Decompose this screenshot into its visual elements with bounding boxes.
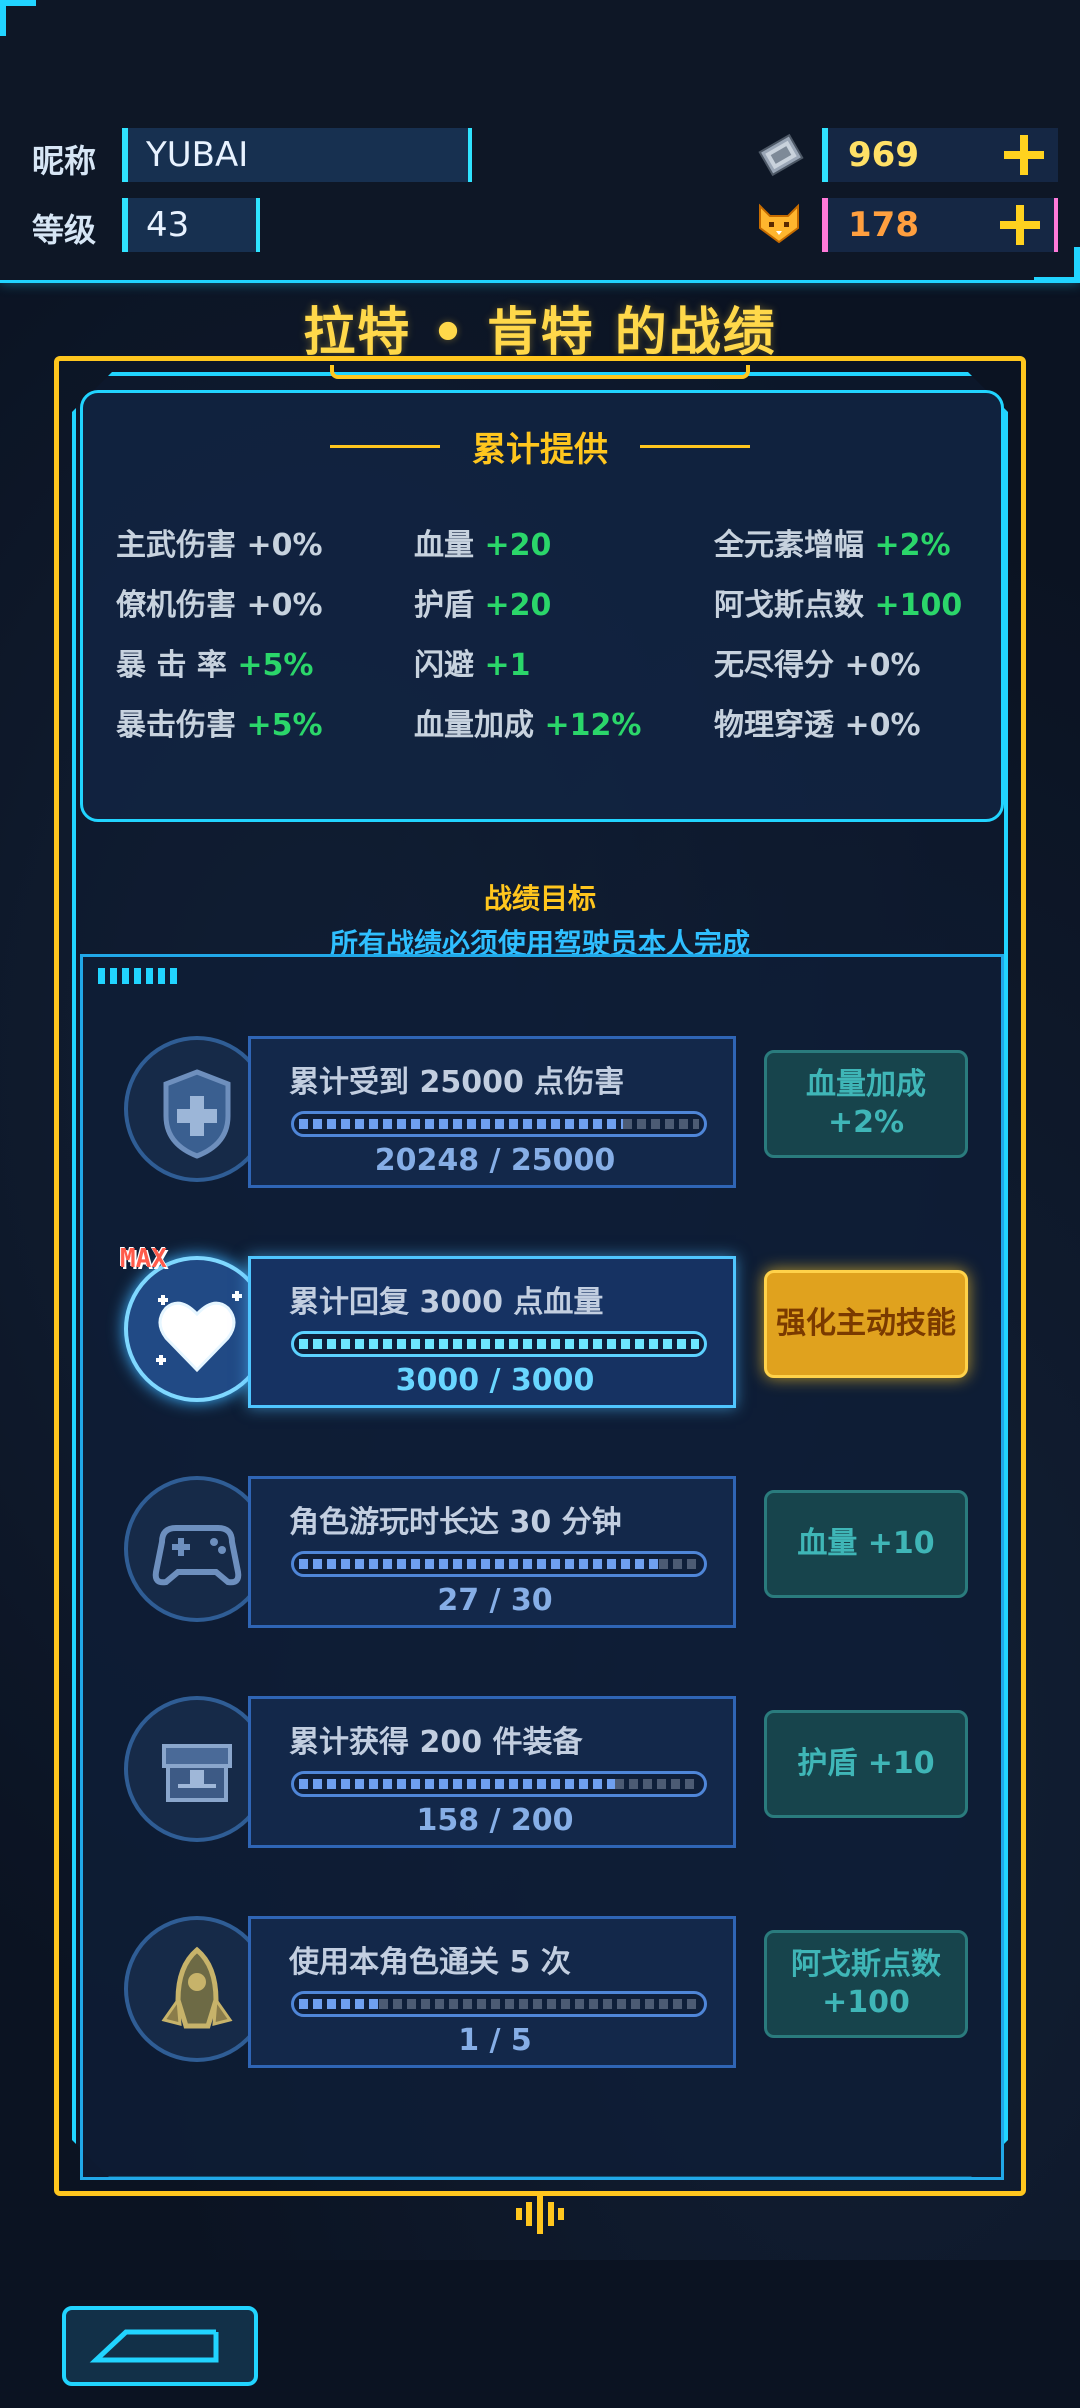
- stat-item: 护盾 +20: [414, 580, 551, 624]
- stat-label: 无尽得分: [714, 648, 834, 683]
- goal-row: 累计获得 200 件装备 158 / 200 护盾 +10: [120, 1696, 980, 1856]
- reward-label: 阿戈斯点数 +100: [791, 1947, 941, 2020]
- stat-item: 阿戈斯点数 +100: [714, 580, 962, 624]
- stat-label: 血量: [414, 528, 474, 563]
- back-button[interactable]: [62, 2306, 258, 2386]
- goal-progress-text: 158 / 200: [416, 1803, 574, 1838]
- max-badge: MAX: [120, 1244, 167, 1274]
- stat-item: 无尽得分 +0%: [714, 640, 921, 684]
- stat-item: 血量加成 +12%: [414, 700, 641, 744]
- stat-label: 主武伤害: [116, 528, 236, 563]
- reward-label: 强化主动技能: [776, 1306, 956, 1341]
- stat-value: +2%: [874, 528, 951, 563]
- reward-button[interactable]: 血量加成 +2%: [764, 1050, 968, 1158]
- stat-value: +12%: [544, 708, 642, 743]
- stat-item: 闪避 +1: [414, 640, 530, 684]
- goal-row: 累计受到 25000 点伤害 20248 / 25000 血量加成 +2%: [120, 1036, 980, 1196]
- stat-label: 物理穿透: [714, 708, 834, 743]
- fox-badge-icon: [759, 203, 799, 244]
- level-field: 43: [122, 198, 260, 252]
- goal-progress-text: 20248 / 25000: [374, 1143, 616, 1178]
- reward-label: 护盾 +10: [797, 1746, 935, 1781]
- stat-item: 主武伤害 +0%: [116, 520, 323, 564]
- goal-row: 使用本角色通关 5 次 1 / 5 阿戈斯点数 +100: [120, 1916, 980, 2076]
- stat-value: +0%: [246, 528, 323, 563]
- goal-progress-bar: [291, 1771, 707, 1797]
- stat-value: +0%: [844, 648, 921, 683]
- goal-card: 累计获得 200 件装备 158 / 200: [248, 1696, 736, 1848]
- currency2-field: 178: [822, 198, 1058, 252]
- stat-label: 闪避: [414, 648, 474, 683]
- goal-row: MAX 累计回复 3000 点血量 3000 / 3000 强化主动技能: [120, 1244, 980, 1416]
- goal-progress-bar: [291, 1991, 707, 2017]
- stat-label: 护盾: [414, 588, 474, 623]
- stat-value: +0%: [246, 588, 323, 623]
- crystal-chip-icon: [758, 133, 804, 177]
- nickname-field: YUBAI: [122, 128, 472, 182]
- goal-card: 累计回复 3000 点血量 3000 / 3000: [248, 1256, 736, 1408]
- frame-emblem-icon: [516, 2194, 564, 2234]
- goal-row: 角色游玩时长达 30 分钟 27 / 30 血量 +10: [120, 1476, 980, 1636]
- reward-button[interactable]: 血量 +10: [764, 1490, 968, 1598]
- goal-title: 使用本角色通关 5 次: [289, 1945, 571, 1980]
- goal-title: 累计受到 25000 点伤害: [289, 1065, 625, 1100]
- currency1-field: 969: [822, 128, 1058, 182]
- goal-progress-bar: [291, 1551, 707, 1577]
- add-currency1-button[interactable]: [1004, 135, 1044, 175]
- goal-card: 角色游玩时长达 30 分钟 27 / 30: [248, 1476, 736, 1628]
- stat-label: 全元素增幅: [714, 528, 864, 563]
- reward-button[interactable]: 强化主动技能: [764, 1270, 968, 1378]
- goals-title: 战绩目标: [483, 882, 596, 915]
- goal-title: 累计回复 3000 点血量: [289, 1285, 604, 1320]
- goal-card: 累计受到 25000 点伤害 20248 / 25000: [248, 1036, 736, 1188]
- stat-item: 全元素增幅 +2%: [714, 520, 951, 564]
- stat-value: +100: [874, 588, 963, 623]
- stat-value: +5%: [246, 708, 323, 743]
- stat-value: +1: [484, 648, 531, 683]
- stat-value: +5%: [237, 648, 314, 683]
- stat-value: +20: [484, 528, 552, 563]
- goal-progress-bar: [291, 1111, 707, 1137]
- stat-item: 血量 +20: [414, 520, 551, 564]
- currency2-value: 178: [848, 205, 919, 245]
- stat-label: 阿戈斯点数: [714, 588, 864, 623]
- goal-progress-text: 3000 / 3000: [395, 1363, 595, 1398]
- currency1-value: 969: [848, 135, 919, 175]
- stat-value: +0%: [844, 708, 921, 743]
- stats-title: 累计提供: [472, 430, 608, 470]
- stat-item: 暴击伤害 +5%: [116, 700, 323, 744]
- nickname-label: 昵称: [32, 142, 97, 180]
- goal-title: 角色游玩时长达 30 分钟: [289, 1505, 622, 1540]
- back-arrow-icon: [89, 2329, 219, 2363]
- stat-value: +20: [484, 588, 552, 623]
- stat-label: 暴 击 率: [116, 648, 227, 683]
- stat-label: 血量加成: [414, 708, 534, 743]
- add-currency2-button[interactable]: [1000, 205, 1040, 245]
- stat-item: 暴 击 率 +5%: [116, 640, 313, 684]
- stat-item: 僚机伤害 +0%: [116, 580, 323, 624]
- goal-card: 使用本角色通关 5 次 1 / 5: [248, 1916, 736, 2068]
- goal-progress-text: 27 / 30: [437, 1583, 553, 1618]
- goal-progress-bar: [291, 1331, 707, 1357]
- reward-label: 血量 +10: [797, 1526, 935, 1561]
- page-title: 拉特 • 肯特 的战绩: [303, 303, 777, 363]
- stat-label: 暴击伤害: [116, 708, 236, 743]
- goal-progress-text: 1 / 5: [458, 2023, 532, 2058]
- stat-item: 物理穿透 +0%: [714, 700, 921, 744]
- reward-button[interactable]: 护盾 +10: [764, 1710, 968, 1818]
- stat-label: 僚机伤害: [116, 588, 236, 623]
- reward-label: 血量加成 +2%: [806, 1067, 926, 1140]
- level-label: 等级: [32, 211, 97, 249]
- goal-title: 累计获得 200 件装备: [289, 1725, 583, 1760]
- reward-button[interactable]: 阿戈斯点数 +100: [764, 1930, 968, 2038]
